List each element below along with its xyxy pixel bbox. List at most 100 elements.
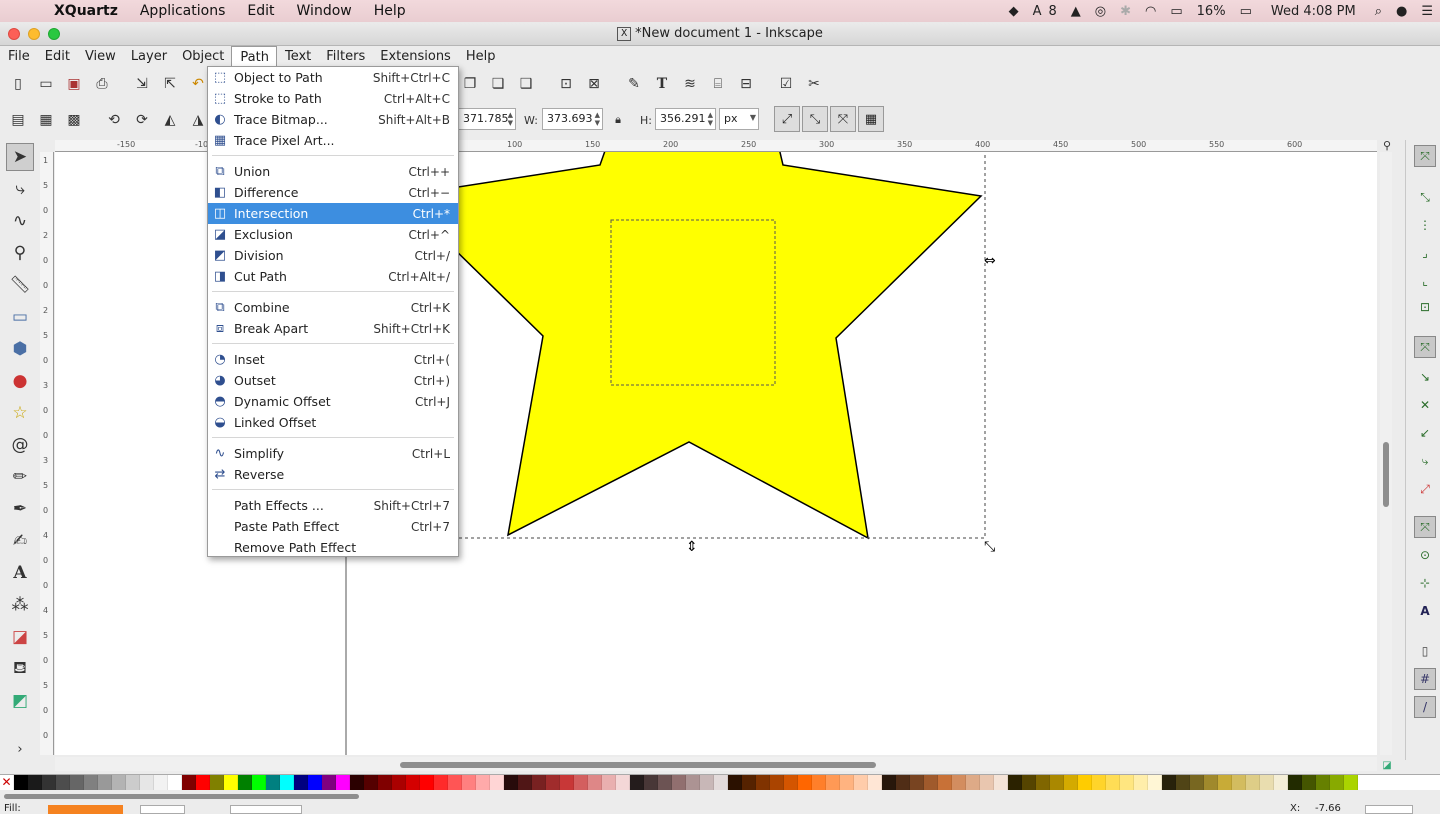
eraser-tool-icon[interactable]: ◪ (6, 623, 34, 651)
creative-cloud-icon[interactable]: ▲ (1064, 4, 1088, 19)
document-properties-icon[interactable]: ☑ (776, 74, 796, 94)
3d-box-tool-icon[interactable]: ⬢ (6, 335, 34, 363)
vertical-ruler[interactable]: 1 5 0 2 0 0 2 5 0 3 0 0 3 5 0 4 0 0 4 5 0 5 0 0 (40, 152, 54, 755)
menu-filters[interactable]: Filters (318, 46, 372, 67)
path-menu-item-division[interactable]: ◩ Division Ctrl+/ (208, 245, 458, 266)
duplicate-icon[interactable]: ❐ (460, 74, 480, 94)
color-swatch[interactable] (784, 775, 798, 790)
horizontal-scrollbar[interactable] (55, 757, 1377, 771)
notification-center-icon[interactable]: ☰ (1414, 4, 1440, 19)
color-swatch[interactable] (588, 775, 602, 790)
color-swatch[interactable] (1288, 775, 1302, 790)
menu-view[interactable]: View (77, 46, 123, 67)
color-swatch[interactable] (868, 775, 882, 790)
path-menu-item-stroke-to-path[interactable]: ⬚ Stroke to Path Ctrl+Alt+C (208, 88, 458, 109)
mac-menu-window[interactable]: Window (286, 3, 363, 19)
expand-toolbox-icon[interactable]: › (6, 735, 34, 763)
siri-icon[interactable]: ● (1389, 4, 1414, 19)
snap-text-baseline-icon[interactable]: A (1414, 600, 1436, 622)
color-swatch[interactable] (1036, 775, 1050, 790)
menu-path[interactable]: Path (231, 46, 277, 67)
color-swatch[interactable] (840, 775, 854, 790)
vertical-scroll-thumb[interactable] (1383, 442, 1389, 507)
snap-guide-icon[interactable]: / (1414, 696, 1436, 718)
menu-text[interactable]: Text (277, 46, 318, 67)
color-swatch[interactable] (126, 775, 140, 790)
open-icon[interactable]: ▭ (36, 74, 56, 94)
snap-toggle-icon[interactable]: ⤧ (1414, 145, 1436, 167)
color-swatch[interactable] (1302, 775, 1316, 790)
color-swatch[interactable] (1120, 775, 1134, 790)
color-swatch[interactable] (1274, 775, 1288, 790)
dropbox-icon[interactable]: ◆ (1002, 4, 1026, 19)
airplay-icon[interactable]: ▭ (1163, 4, 1189, 19)
layers-icon[interactable]: ≋ (680, 74, 700, 94)
path-menu-item-object-to-path[interactable]: ⬚ Object to Path Shift+Ctrl+C (208, 67, 458, 88)
export-icon[interactable]: ⇱ (160, 74, 180, 94)
menu-file[interactable]: File (0, 46, 37, 67)
color-swatch[interactable] (1218, 775, 1232, 790)
snap-bbox-corner-icon[interactable]: ⌟ (1414, 242, 1436, 264)
cc-icon[interactable]: ◎ (1088, 4, 1113, 19)
color-swatch[interactable] (672, 775, 686, 790)
spiral-tool-icon[interactable]: @ (6, 431, 34, 459)
color-swatch[interactable] (798, 775, 812, 790)
color-swatch[interactable] (1190, 775, 1204, 790)
path-menu-item-trace-pixel-art[interactable]: ▦ Trace Pixel Art... (208, 130, 458, 151)
minimize-window-button[interactable] (28, 28, 40, 40)
snap-intersection-icon[interactable]: ✕ (1414, 394, 1436, 416)
calligraphy-tool-icon[interactable]: ✍ (6, 527, 34, 555)
text-tool-icon[interactable]: A (6, 559, 34, 587)
color-swatch[interactable] (1022, 775, 1036, 790)
close-window-button[interactable] (8, 28, 20, 40)
color-swatch[interactable] (1092, 775, 1106, 790)
snap-cusp-icon[interactable]: ↙ (1414, 422, 1436, 444)
color-swatch[interactable] (266, 775, 280, 790)
scale-stroke-toggle[interactable]: ⤢ (774, 106, 800, 132)
snap-others-icon[interactable]: ⤧ (1414, 516, 1436, 538)
color-swatch[interactable] (1204, 775, 1218, 790)
preferences-icon[interactable]: ✂ (804, 74, 824, 94)
color-palette[interactable]: ✕ (0, 774, 1440, 790)
print-icon[interactable]: ⎙ (92, 74, 112, 94)
wifi-icon[interactable]: ◠ (1138, 4, 1163, 19)
color-swatch[interactable] (182, 775, 196, 790)
import-icon[interactable]: ⇲ (132, 74, 152, 94)
color-swatch[interactable] (490, 775, 504, 790)
color-swatch[interactable] (294, 775, 308, 790)
snap-bbox-midpoint-icon[interactable]: ⌞ (1414, 270, 1436, 292)
star-tool-icon[interactable]: ☆ (6, 399, 34, 427)
color-swatch[interactable] (378, 775, 392, 790)
color-swatch[interactable] (812, 775, 826, 790)
color-swatch[interactable] (826, 775, 840, 790)
zoom-corner-icon[interactable]: ⚲ (1380, 138, 1394, 152)
color-swatch[interactable] (322, 775, 336, 790)
color-swatch[interactable] (42, 775, 56, 790)
color-swatch[interactable] (434, 775, 448, 790)
spray-tool-icon[interactable]: ⁂ (6, 591, 34, 619)
color-swatch[interactable] (574, 775, 588, 790)
path-menu-item-exclusion[interactable]: ◪ Exclusion Ctrl+^ (208, 224, 458, 245)
color-swatch[interactable] (1134, 775, 1148, 790)
snap-bbox-edge-icon[interactable]: ⋮ (1414, 214, 1436, 236)
palette-scroll-thumb[interactable] (4, 794, 359, 799)
color-swatch[interactable] (252, 775, 266, 790)
pen-tool-icon[interactable]: ✒ (6, 495, 34, 523)
undo-icon[interactable]: ↶ (188, 74, 208, 94)
measure-tool-icon[interactable]: 📏︎ (6, 271, 34, 299)
color-swatch[interactable] (392, 775, 406, 790)
pencil-tool-icon[interactable]: ✏ (6, 463, 34, 491)
flip-vertical-icon[interactable]: ◮ (188, 110, 208, 130)
menu-layer[interactable]: Layer (123, 46, 174, 67)
color-swatch[interactable] (700, 775, 714, 790)
bluetooth-icon[interactable]: ✱ (1113, 4, 1138, 19)
color-swatch[interactable] (224, 775, 238, 790)
color-swatch[interactable] (896, 775, 910, 790)
path-menu-item-trace-bitmap[interactable]: ◐ Trace Bitmap... Shift+Alt+B (208, 109, 458, 130)
node-tool-icon[interactable]: ⤷ (6, 175, 34, 203)
color-swatch[interactable] (196, 775, 210, 790)
spin-arrows-icon[interactable]: ▲ ▼ (508, 111, 513, 127)
color-swatch[interactable] (980, 775, 994, 790)
color-swatch[interactable] (84, 775, 98, 790)
menu-object[interactable]: Object (174, 46, 231, 67)
